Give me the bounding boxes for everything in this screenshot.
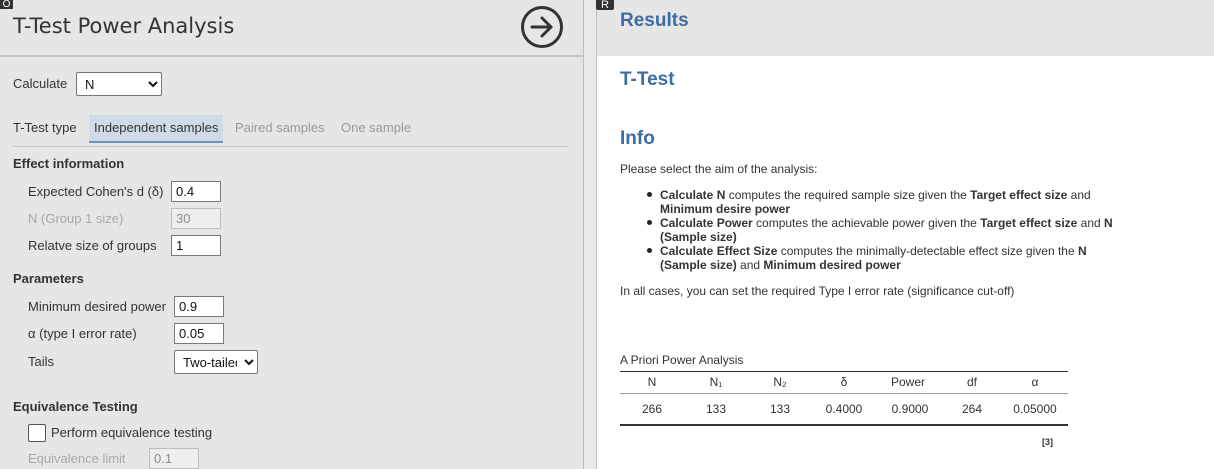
- table-cell-df: 264: [961, 402, 983, 416]
- equivalence-checkbox[interactable]: [28, 424, 46, 442]
- ttest-heading: T-Test: [620, 69, 675, 90]
- arrow-right-circle-icon[interactable]: [521, 6, 563, 48]
- parameters-heading: Parameters: [13, 271, 84, 286]
- bullet-text: and: [736, 258, 764, 272]
- equivalence-limit-label: Equivalence limit: [28, 451, 126, 466]
- table-cell-power: 0.9000: [891, 402, 929, 416]
- info-intro: Please select the aim of the analysis:: [620, 162, 818, 176]
- table-header-n1: N₁: [709, 375, 723, 389]
- table-header-n: N: [647, 375, 657, 389]
- table-cell-alpha: 0.05000: [1013, 402, 1057, 416]
- table-header-alpha: α: [1031, 375, 1039, 389]
- options-panel: T-Test Power Analysis Calculate NPowerEf…: [0, 0, 584, 469]
- cohens-d-label: Expected Cohen's d (δ): [28, 184, 164, 199]
- tab-one-sample[interactable]: One sample: [336, 115, 416, 143]
- bullet-bold: Minimum desire power: [660, 202, 791, 216]
- bullet-dot: [647, 248, 652, 253]
- table-footnote: [3]: [1042, 437, 1053, 447]
- equivalence-heading: Equivalence Testing: [13, 399, 138, 414]
- results-title: Results: [620, 10, 689, 31]
- min-power-label: Minimum desired power: [28, 299, 166, 314]
- tab-paired-samples[interactable]: Paired samples: [230, 115, 330, 143]
- relative-size-label: Relatve size of groups: [28, 238, 157, 253]
- tails-select[interactable]: Two-tailedOne-tailed: [174, 350, 258, 374]
- bullet-text: and: [1077, 216, 1105, 230]
- table-header-rule: [620, 393, 1068, 394]
- table-top-rule: [620, 371, 1068, 372]
- bullet-dot: [647, 220, 652, 225]
- equivalence-limit-input[interactable]: [149, 448, 199, 469]
- min-power-input[interactable]: [174, 296, 224, 317]
- options-corner-badge: O: [0, 0, 13, 10]
- tabs-divider: [13, 146, 568, 147]
- ttest-type-label: T-Test type: [13, 120, 77, 135]
- bullet-bold: Target effect size: [970, 188, 1068, 202]
- tab-independent-samples[interactable]: Independent samples: [89, 115, 224, 143]
- table-bottom-rule: [620, 424, 1068, 426]
- table-cell-n2: 133: [769, 402, 791, 416]
- bullet-bold: Calculate Power: [660, 216, 753, 230]
- bullet-bold: Target effect size: [980, 216, 1078, 230]
- results-panel: Results T-Test Info Please select the ai…: [596, 0, 1214, 469]
- table-header-n2: N₂: [773, 375, 787, 389]
- info-note: In all cases, you can set the required T…: [620, 284, 1015, 298]
- bullet-bold: Calculate N: [660, 188, 726, 202]
- bullet-bold: Minimum desired power: [763, 258, 901, 272]
- cohens-d-input[interactable]: [171, 181, 221, 202]
- table-header-delta: δ: [840, 375, 848, 389]
- table-cell-n: 266: [641, 402, 663, 416]
- alpha-input[interactable]: [174, 323, 224, 344]
- bullet-dot: [647, 192, 652, 197]
- table-cell-delta: 0.4000: [825, 402, 863, 416]
- analysis-title: T-Test Power Analysis: [13, 14, 235, 38]
- calculate-label: Calculate: [13, 76, 68, 91]
- bullet-text: computes the required sample size given …: [725, 188, 971, 202]
- tails-label: Tails: [28, 354, 55, 369]
- bullet-text: computes the minimally-detectable effect…: [777, 244, 1078, 258]
- bullet-calculate-n: Calculate N computes the required sample…: [660, 188, 1120, 216]
- relative-size-input[interactable]: [171, 235, 221, 256]
- table-caption: A Priori Power Analysis: [620, 353, 744, 367]
- equivalence-checkbox-label: Perform equivalence testing: [51, 425, 213, 440]
- bullet-text: and: [1067, 188, 1091, 202]
- alpha-label: α (type I error rate): [28, 326, 137, 341]
- table-header-power: Power: [890, 375, 925, 389]
- n-group1-label: N (Group 1 size): [28, 211, 124, 226]
- results-header: Results: [597, 0, 1214, 56]
- n-group1-input[interactable]: [171, 208, 221, 229]
- options-header: T-Test Power Analysis: [0, 0, 583, 57]
- app-window: T-Test Power Analysis Calculate NPowerEf…: [0, 0, 1214, 469]
- table-header-df: df: [966, 375, 977, 389]
- info-heading: Info: [620, 128, 655, 149]
- effect-heading: Effect information: [13, 156, 125, 171]
- table-cell-n1: 133: [705, 402, 727, 416]
- results-corner-badge: R: [596, 0, 614, 11]
- bullet-calculate-power: Calculate Power computes the achievable …: [660, 216, 1120, 244]
- bullet-bold: Calculate Effect Size: [660, 244, 778, 258]
- calculate-select[interactable]: NPowerEffect Size: [76, 72, 162, 96]
- bullet-text: computes the achievable power given the: [752, 216, 981, 230]
- bullet-calculate-effect-size: Calculate Effect Size computes the minim…: [660, 244, 1120, 272]
